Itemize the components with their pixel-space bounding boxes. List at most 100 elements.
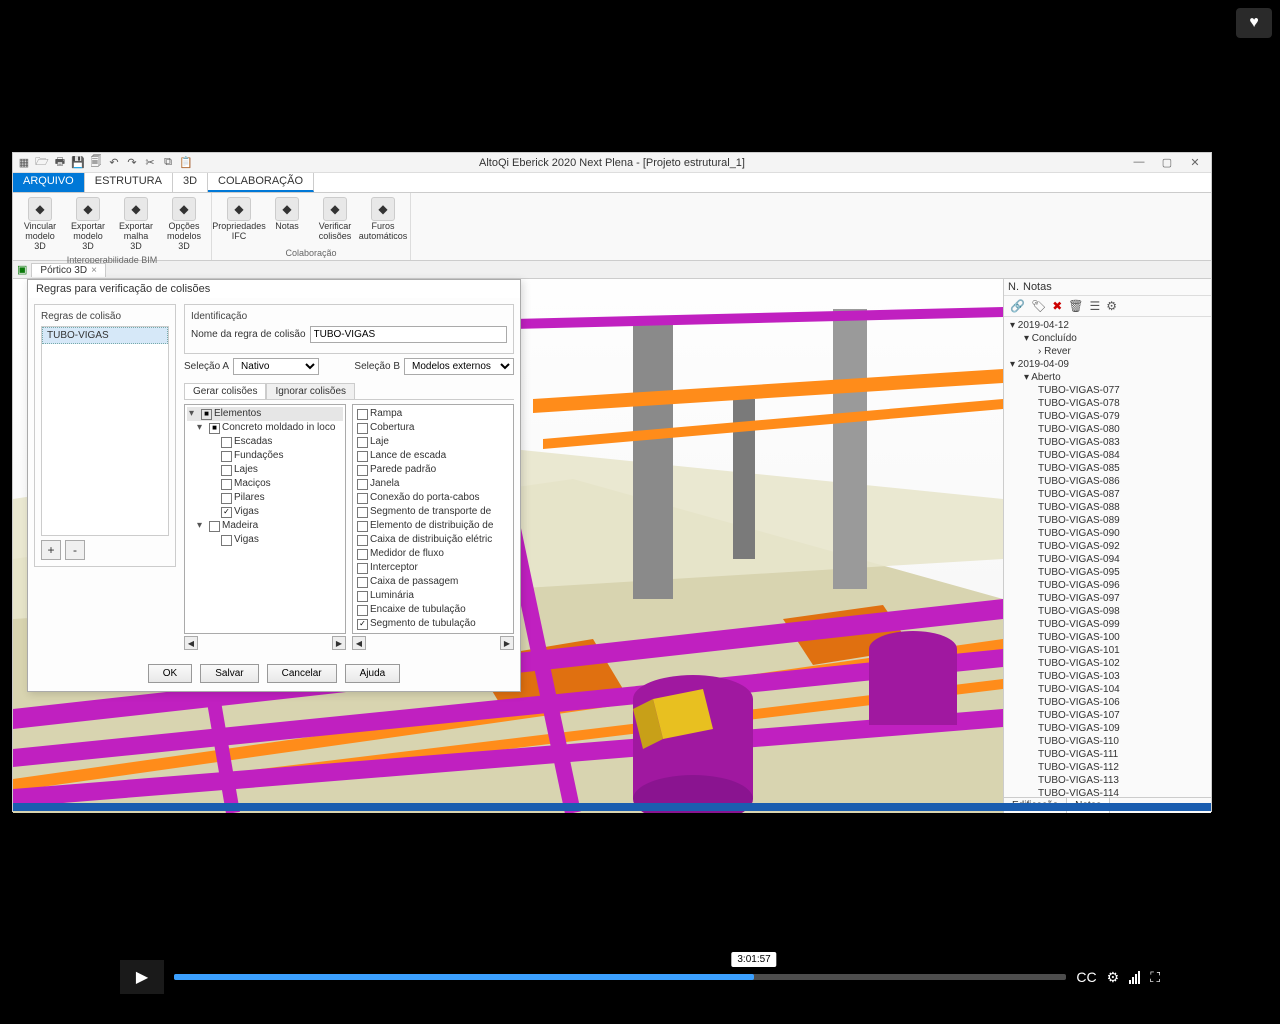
list-icon[interactable]: ☰ xyxy=(1089,299,1100,313)
tree-item[interactable]: Maciços xyxy=(187,477,343,491)
tree-item[interactable]: Cobertura xyxy=(355,421,511,435)
tree-item[interactable]: ▾■ Concreto moldado in loco xyxy=(187,421,343,435)
note-item[interactable]: TUBO-VIGAS-085 xyxy=(1006,462,1209,475)
play-button[interactable]: ▶ xyxy=(120,960,164,994)
ribbon-button[interactable]: ◆Opções modelos 3D xyxy=(161,195,207,254)
note-item[interactable]: TUBO-VIGAS-102 xyxy=(1006,657,1209,670)
note-item[interactable]: TUBO-VIGAS-109 xyxy=(1006,722,1209,735)
tag-icon[interactable]: 🏷 xyxy=(1031,299,1046,313)
scroll-left-icon[interactable]: ◀ xyxy=(184,636,198,650)
note-item[interactable]: TUBO-VIGAS-084 xyxy=(1006,449,1209,462)
link-icon[interactable]: 🔗 xyxy=(1010,299,1025,313)
tree-item[interactable]: ▾ Madeira xyxy=(187,519,343,533)
doc-tab-portico[interactable]: Pórtico 3D × xyxy=(31,263,106,277)
tree-item[interactable]: Pilares xyxy=(187,491,343,505)
note-item[interactable]: TUBO-VIGAS-094 xyxy=(1006,553,1209,566)
tree-item[interactable]: Fundações xyxy=(187,449,343,463)
qat-icon[interactable]: ⧉ xyxy=(161,156,175,170)
note-item[interactable]: TUBO-VIGAS-086 xyxy=(1006,475,1209,488)
ribbon-button[interactable]: ◆Furos automáticos xyxy=(360,195,406,247)
note-item[interactable]: TUBO-VIGAS-087 xyxy=(1006,488,1209,501)
qat-icon[interactable]: 🗐 xyxy=(89,156,103,170)
sel-b-select[interactable]: Modelos externos xyxy=(404,358,514,375)
ribbon-button[interactable]: ◆Propriedades IFC xyxy=(216,195,262,247)
note-item[interactable]: ▾ 2019-04-12 xyxy=(1006,319,1209,332)
tree-item[interactable]: Caixa de passagem xyxy=(355,575,511,589)
note-item[interactable]: ▾ Aberto xyxy=(1006,371,1209,384)
tree-item[interactable]: Laje xyxy=(355,435,511,449)
tree-item[interactable]: Vigas xyxy=(187,533,343,547)
tree-header[interactable]: ▾■ Elementos xyxy=(187,407,343,421)
progress-bar[interactable]: 3:01:57 xyxy=(174,974,1066,980)
scroll-left-icon[interactable]: ◀ xyxy=(352,636,366,650)
settings-icon[interactable]: ⚙ xyxy=(1106,299,1117,313)
subtab-ignorar[interactable]: Ignorar colisões xyxy=(266,383,355,399)
tree-item[interactable]: Escadas xyxy=(187,435,343,449)
subtab-gerar[interactable]: Gerar colisões xyxy=(184,383,266,399)
note-item[interactable]: TUBO-VIGAS-079 xyxy=(1006,410,1209,423)
tree-item[interactable]: Segmento de transporte de xyxy=(355,505,511,519)
note-item[interactable]: TUBO-VIGAS-106 xyxy=(1006,696,1209,709)
note-item[interactable]: TUBO-VIGAS-095 xyxy=(1006,566,1209,579)
tree-item[interactable]: Interceptor xyxy=(355,561,511,575)
note-item[interactable]: TUBO-VIGAS-098 xyxy=(1006,605,1209,618)
note-item[interactable]: TUBO-VIGAS-096 xyxy=(1006,579,1209,592)
ribbon-button[interactable]: ◆Vincular modelo 3D xyxy=(17,195,63,254)
note-item[interactable]: TUBO-VIGAS-114 xyxy=(1006,787,1209,797)
note-item[interactable]: TUBO-VIGAS-089 xyxy=(1006,514,1209,527)
close-icon[interactable]: × xyxy=(91,265,97,276)
qat-icon[interactable]: 💾 xyxy=(71,156,85,170)
cancel-button[interactable]: Cancelar xyxy=(267,664,337,683)
delete-icon[interactable]: ✖ xyxy=(1052,299,1062,313)
rule-item[interactable]: TUBO-VIGAS xyxy=(42,327,168,344)
notes-tree[interactable]: ▾ 2019-04-12▾ Concluído› Rever▾ 2019-04-… xyxy=(1004,317,1211,797)
note-item[interactable]: TUBO-VIGAS-099 xyxy=(1006,618,1209,631)
add-rule-button[interactable]: + xyxy=(41,540,61,560)
tree-item[interactable]: Caixa de distribuição elétric xyxy=(355,533,511,547)
scroll-right-icon[interactable]: ▶ xyxy=(332,636,346,650)
note-item[interactable]: TUBO-VIGAS-080 xyxy=(1006,423,1209,436)
tree-selection-b[interactable]: Rampa Cobertura Laje Lance de escada Par… xyxy=(352,404,514,634)
qat-icon[interactable]: ✂ xyxy=(143,156,157,170)
scroll-right-icon[interactable]: ▶ xyxy=(500,636,514,650)
note-item[interactable]: › Rever xyxy=(1006,345,1209,358)
note-item[interactable]: TUBO-VIGAS-097 xyxy=(1006,592,1209,605)
qat-icon[interactable]: ↷ xyxy=(125,156,139,170)
tree-item[interactable]: Medidor de fluxo xyxy=(355,547,511,561)
note-item[interactable]: TUBO-VIGAS-090 xyxy=(1006,527,1209,540)
qat-icon[interactable]: 🗁 xyxy=(35,156,49,170)
sel-a-select[interactable]: Nativo xyxy=(233,358,319,375)
tree-item[interactable]: Encaixe de tubulação xyxy=(355,603,511,617)
note-item[interactable]: TUBO-VIGAS-088 xyxy=(1006,501,1209,514)
tree-item[interactable]: Elemento de distribuição de xyxy=(355,519,511,533)
note-item[interactable]: TUBO-VIGAS-083 xyxy=(1006,436,1209,449)
tree-item[interactable]: Parede padrão xyxy=(355,463,511,477)
tree-item[interactable]: Luminária xyxy=(355,589,511,603)
note-item[interactable]: TUBO-VIGAS-103 xyxy=(1006,670,1209,683)
tab-colaboracao[interactable]: COLABORAÇÃO xyxy=(208,173,314,192)
qat-icon[interactable]: 🖶 xyxy=(53,156,67,170)
tree-item[interactable]: Janela xyxy=(355,477,511,491)
help-button[interactable]: Ajuda xyxy=(345,664,401,683)
cc-icon[interactable]: CC xyxy=(1076,969,1096,985)
tree-selection-a[interactable]: ▾■ Elementos▾■ Concreto moldado in loco … xyxy=(184,404,346,634)
fullscreen-icon[interactable]: ⛶ xyxy=(1150,969,1160,986)
tab-arquivo[interactable]: ARQUIVO xyxy=(13,173,85,192)
note-item[interactable]: TUBO-VIGAS-107 xyxy=(1006,709,1209,722)
ribbon-button[interactable]: ◆Verificar colisões xyxy=(312,195,358,247)
close-icon[interactable]: ✕ xyxy=(1185,156,1205,169)
ok-button[interactable]: OK xyxy=(148,664,192,683)
qat-icon[interactable]: 📋 xyxy=(179,156,193,170)
ribbon-button[interactable]: ◆Exportar malha 3D xyxy=(113,195,159,254)
tree-item[interactable]: Conexão do porta-cabos xyxy=(355,491,511,505)
note-item[interactable]: TUBO-VIGAS-110 xyxy=(1006,735,1209,748)
trash-icon[interactable]: 🗑 xyxy=(1068,299,1083,313)
note-item[interactable]: TUBO-VIGAS-111 xyxy=(1006,748,1209,761)
qat-icon[interactable]: ↶ xyxy=(107,156,121,170)
note-item[interactable]: TUBO-VIGAS-101 xyxy=(1006,644,1209,657)
note-item[interactable]: TUBO-VIGAS-112 xyxy=(1006,761,1209,774)
rule-name-input[interactable] xyxy=(310,326,507,343)
note-item[interactable]: TUBO-VIGAS-092 xyxy=(1006,540,1209,553)
note-item[interactable]: TUBO-VIGAS-100 xyxy=(1006,631,1209,644)
settings-icon[interactable]: ⚙ xyxy=(1107,969,1120,986)
